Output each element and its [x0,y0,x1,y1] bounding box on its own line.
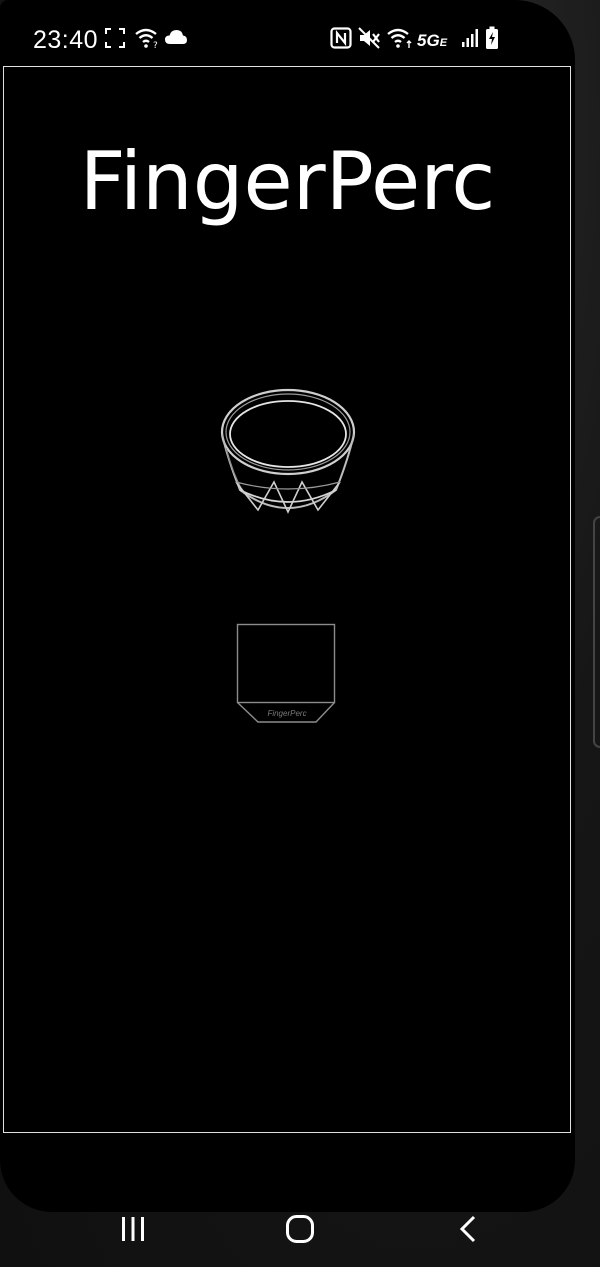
drum-icon [220,388,356,514]
side-handle [593,516,600,748]
network-type: 5GE [417,31,447,51]
svg-text:?: ? [153,41,158,49]
drum-button[interactable] [218,386,358,523]
pad-label: FingerPerc [267,709,306,718]
status-time: 23:40 [33,26,99,54]
screenshot-icon [104,27,126,54]
pad-button[interactable]: FingerPerc [236,623,338,732]
signal-icon [461,28,479,53]
wifi-question-icon: ? [134,27,160,54]
recents-icon [122,1217,144,1241]
home-icon [286,1215,314,1243]
network-sub-label: E [439,37,448,49]
phone-screen: 23:40 ? 5GE FingerPerc FingerPerc [0,0,575,1212]
wifi-icon [386,27,414,54]
app-title: FingerPerc [79,135,496,228]
recents-button[interactable] [119,1215,147,1249]
mute-icon [358,27,382,54]
home-button[interactable] [285,1214,315,1248]
nfc-icon [330,27,352,54]
status-bar: 23:40 ? 5GE [0,0,575,66]
network-label: 5G [417,31,440,50]
pad-icon: FingerPerc [236,623,336,723]
battery-charging-icon [485,26,499,55]
back-icon [459,1215,476,1243]
cloud-icon [164,29,188,50]
back-button[interactable] [457,1214,479,1248]
